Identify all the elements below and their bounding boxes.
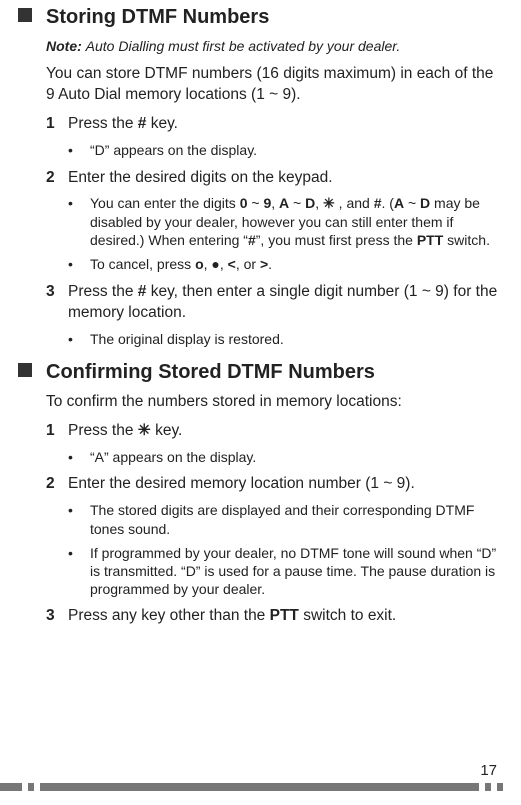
note-text: Auto Dialling must first be activated by…: [86, 38, 401, 54]
step-body: Press the # key, then enter a single dig…: [68, 282, 503, 324]
text: Press the: [68, 115, 138, 132]
bullet-icon: •: [68, 544, 90, 599]
page-content: Storing DTMF Numbers Note: Auto Dialling…: [0, 0, 521, 627]
bullet-icon: •: [68, 501, 90, 537]
sub-bullet-row: • The original display is restored.: [68, 330, 503, 349]
bullet-icon: •: [68, 255, 90, 274]
footer-bar: [40, 783, 479, 791]
footer-bar: [497, 783, 503, 791]
step-2: 2 Enter the desired memory location numb…: [46, 474, 503, 495]
sub-text: You can enter the digits 0 ~ 9, A ~ D, ✳…: [90, 194, 503, 249]
note-line: Note: Auto Dialling must first be activa…: [46, 37, 503, 56]
step-body: Press the ✳ key.: [68, 421, 503, 442]
bullet-icon: •: [68, 194, 90, 249]
footer-bar: [28, 783, 34, 791]
step-num: 3: [46, 606, 68, 627]
section1-intro: You can store DTMF numbers (16 digits ma…: [46, 64, 503, 106]
step-num: 2: [46, 168, 68, 189]
bullet-icon: •: [68, 448, 90, 467]
page-number: 17: [476, 762, 501, 779]
section-storing-body: Note: Auto Dialling must first be activa…: [46, 37, 503, 349]
sub-bullet-row: • The stored digits are displayed and th…: [68, 501, 503, 537]
footer-bar: [485, 783, 491, 791]
section-confirming-title: Confirming Stored DTMF Numbers: [46, 359, 375, 386]
section-confirming-header: Confirming Stored DTMF Numbers: [18, 359, 503, 386]
sub-text: “D” appears on the display.: [90, 141, 503, 160]
step-num: 1: [46, 421, 68, 442]
sub-bullet-row: • To cancel, press o, ●, <, or >.: [68, 255, 503, 274]
step-num: 1: [46, 114, 68, 135]
step-body: Enter the desired memory location number…: [68, 474, 503, 495]
note-label: Note:: [46, 38, 82, 54]
section-confirming-body: To confirm the numbers stored in memory …: [46, 392, 503, 628]
star-icon: ✳: [323, 195, 335, 211]
step-1: 1 Press the # key.: [46, 114, 503, 135]
footer-bar: [0, 783, 22, 791]
sub-text: If programmed by your dealer, no DTMF to…: [90, 544, 503, 599]
dot-icon: ●: [211, 256, 219, 272]
page-footer: 17: [0, 777, 521, 797]
step-body: Press any key other than the PTT switch …: [68, 606, 503, 627]
sub-bullet-row: • If programmed by your dealer, no DTMF …: [68, 544, 503, 599]
step-3: 3 Press any key other than the PTT switc…: [46, 606, 503, 627]
sub-text: To cancel, press o, ●, <, or >.: [90, 255, 503, 274]
section2-intro: To confirm the numbers stored in memory …: [46, 392, 503, 413]
sub-bullet-row: • “D” appears on the display.: [68, 141, 503, 160]
step-body: Enter the desired digits on the keypad.: [68, 168, 503, 189]
bullet-icon: •: [68, 330, 90, 349]
step-body: Press the # key.: [68, 114, 503, 135]
text: key.: [146, 115, 178, 132]
star-icon: ✳: [138, 422, 151, 439]
square-bullet-icon: [18, 363, 32, 377]
section-storing-header: Storing DTMF Numbers: [18, 4, 503, 31]
sub-text: The original display is restored.: [90, 330, 503, 349]
sub-text: The stored digits are displayed and thei…: [90, 501, 503, 537]
sub-text: “A” appears on the display.: [90, 448, 503, 467]
section-storing-title: Storing DTMF Numbers: [46, 4, 269, 31]
step-3: 3 Press the # key, then enter a single d…: [46, 282, 503, 324]
sub-bullet-row: • You can enter the digits 0 ~ 9, A ~ D,…: [68, 194, 503, 249]
step-num: 3: [46, 282, 68, 324]
bullet-icon: •: [68, 141, 90, 160]
square-bullet-icon: [18, 8, 32, 22]
sub-bullet-row: • “A” appears on the display.: [68, 448, 503, 467]
step-num: 2: [46, 474, 68, 495]
step-2: 2 Enter the desired digits on the keypad…: [46, 168, 503, 189]
step-1: 1 Press the ✳ key.: [46, 421, 503, 442]
